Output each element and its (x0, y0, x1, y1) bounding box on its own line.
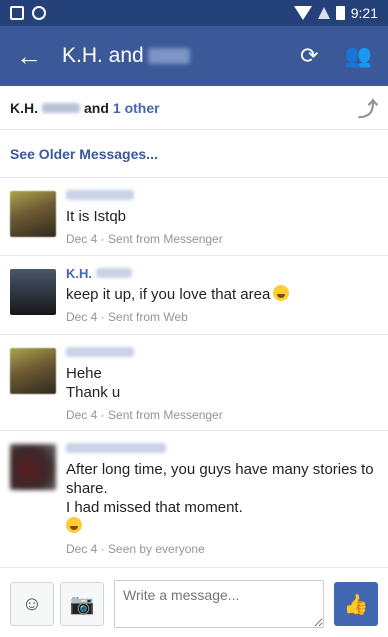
camera-icon: 📷 (69, 593, 95, 616)
sender-name[interactable] (66, 187, 378, 203)
message-composer: ☺ 📷 👍 (0, 571, 388, 637)
avatar[interactable] (10, 191, 56, 237)
message-item: It is Istqb Dec 4 · Sent from Messenger (0, 179, 388, 256)
message-meta: Dec 4 · Seen by everyone (66, 542, 205, 556)
see-older-messages-link[interactable]: See Older Messages... (0, 130, 388, 178)
message-item: After long time, you guys have many stor… (0, 432, 388, 568)
sender-name[interactable] (66, 440, 378, 456)
message-notification-icon (10, 6, 24, 20)
grinning-emoji-icon (273, 285, 290, 301)
message-meta: Dec 4 · Sent from Web (66, 310, 188, 324)
alert-notification-icon (32, 6, 46, 20)
grinning-emoji-icon (66, 517, 82, 533)
sender-name[interactable]: K.H. (66, 265, 378, 281)
smiley-icon: ☺ (21, 592, 43, 615)
participants-and: and (84, 99, 109, 116)
redacted-name (96, 268, 132, 278)
back-arrow-icon[interactable]: ← (16, 41, 48, 72)
avatar[interactable] (10, 269, 56, 315)
battery-icon (335, 6, 345, 20)
message-meta: Dec 4 · Sent from Messenger (66, 232, 223, 246)
message-text: Hehe Thank u (66, 365, 121, 401)
sender-name[interactable] (66, 344, 378, 360)
message-text: After long time, you guys have many stor… (66, 460, 378, 536)
status-bar: 9:21 (0, 0, 388, 26)
other-participants-link[interactable]: 1 other (113, 100, 160, 116)
wifi-icon (293, 6, 312, 20)
avatar[interactable] (10, 348, 56, 394)
refresh-icon[interactable]: ⟳ (300, 43, 318, 69)
redacted-name (66, 443, 166, 453)
message-meta: Dec 4 · Sent from Messenger (66, 408, 223, 422)
emoji-button[interactable]: ☺ (10, 582, 54, 626)
share-icon[interactable]: ⤴ (358, 93, 378, 122)
message-text: It is Istqb (66, 208, 127, 225)
participants-bar: K.H. and 1 other ⤴ (0, 86, 388, 130)
people-icon[interactable]: 👥 (345, 43, 372, 69)
participant-name: K.H. (10, 99, 38, 116)
redacted-name (66, 190, 134, 200)
message-item: Hehe Thank u Dec 4 · Sent from Messenger (0, 336, 388, 431)
redacted-name (42, 102, 80, 113)
like-button[interactable]: 👍 (334, 582, 378, 626)
avatar[interactable] (10, 444, 56, 490)
thumbs-up-icon: 👍 (343, 593, 369, 616)
signal-icon (317, 7, 330, 19)
app-bar: ← K.H. and ⟳ 👥 (0, 26, 388, 86)
redacted-name (147, 48, 190, 65)
message-item: K.H. keep it up, if you love that area D… (0, 257, 388, 335)
message-text: keep it up, if you love that area (66, 285, 378, 304)
redacted-name (66, 347, 134, 357)
camera-button[interactable]: 📷 (60, 582, 104, 626)
clock: 9:21 (350, 5, 378, 21)
conversation-title: K.H. and (62, 44, 190, 68)
message-input[interactable] (114, 580, 324, 628)
